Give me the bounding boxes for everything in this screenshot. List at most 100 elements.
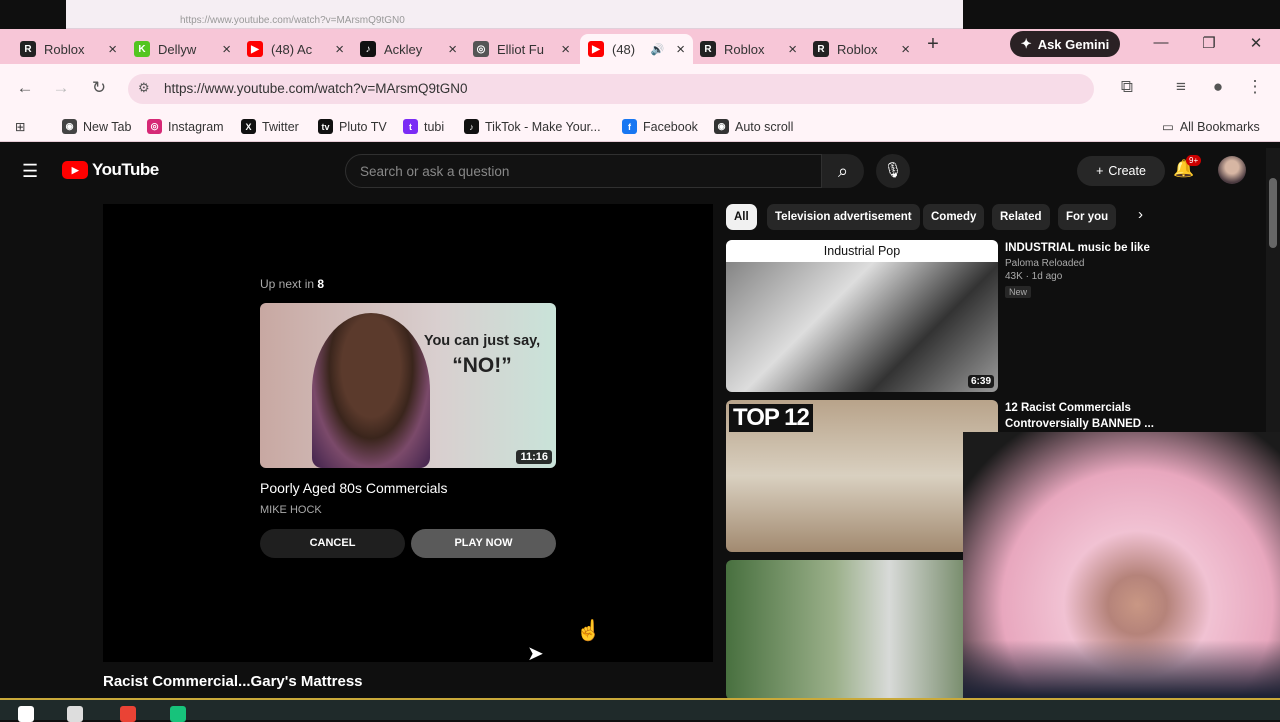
back-icon[interactable]: ← xyxy=(13,78,37,98)
tab-favicon-icon: ▶ xyxy=(247,41,263,57)
ask-gemini-button[interactable]: ✦ Ask Gemini xyxy=(1010,31,1120,57)
search-icon: ⌕ xyxy=(837,161,849,181)
reload-icon[interactable]: ↻ xyxy=(87,78,111,98)
tab-favicon-icon: R xyxy=(20,41,36,57)
tab-close-icon[interactable]: × xyxy=(676,41,685,58)
rec-thumbnail-banner: Industrial Pop xyxy=(726,240,998,262)
speaker-icon[interactable]: 🔊 xyxy=(651,43,665,56)
thumbnail-quote-line1: You can just say, xyxy=(423,333,541,349)
bookmark-icon: ◎ xyxy=(147,119,162,134)
duration-badge: 6:39 xyxy=(967,375,994,388)
minimize-icon[interactable]: — xyxy=(1151,34,1171,51)
apps-icon[interactable]: ⊞ xyxy=(15,119,25,134)
rec-thumbnail[interactable]: TOP 12 xyxy=(726,400,998,552)
bookmark-label: Pluto TV xyxy=(339,119,387,134)
chevron-right-icon[interactable]: › xyxy=(1138,206,1143,223)
bookmark-item[interactable]: X Twitter xyxy=(241,119,299,134)
bookmarks-bar: ⊞ ▭ All Bookmarks ◉ New Tab ◎ Instagram X Twit… xyxy=(0,112,1280,142)
voice-search-button[interactable]: 🎙 xyxy=(876,154,910,188)
restore-icon[interactable]: ❐ xyxy=(1199,34,1219,52)
tab-favicon-icon: R xyxy=(813,41,829,57)
bookmark-icon: f xyxy=(622,119,637,134)
bookmark-label: tubi xyxy=(424,119,445,134)
rec-thumbnail-banner: TOP 12 xyxy=(729,404,813,432)
avatar[interactable] xyxy=(1218,156,1246,184)
rec-title[interactable]: INDUSTRIAL music be like xyxy=(1005,240,1155,256)
bookmark-item[interactable]: t tubi xyxy=(403,119,444,134)
bookmark-item[interactable]: tv Pluto TV xyxy=(318,119,387,134)
tab-close-icon[interactable]: × xyxy=(901,41,910,58)
tab-close-icon[interactable]: × xyxy=(448,41,457,58)
chip-all[interactable]: All xyxy=(726,204,757,230)
bookmark-label: Facebook xyxy=(643,119,698,134)
tab-close-icon[interactable]: × xyxy=(108,41,117,58)
bookmark-item[interactable]: ◎ Instagram xyxy=(147,119,224,134)
search-input[interactable]: Search or ask a question xyxy=(345,154,822,188)
youtube-logo[interactable]: ▶ YouTube xyxy=(62,160,159,180)
close-window-icon[interactable]: ✕ xyxy=(1246,34,1266,52)
thumbnail-quote-line2: “NO!” xyxy=(452,354,512,378)
arrow-cursor-icon: ➤ xyxy=(527,643,544,665)
tab-close-icon[interactable]: × xyxy=(335,41,344,58)
new-tab-button[interactable]: + xyxy=(922,33,944,55)
browser-tab[interactable]: R Roblox × xyxy=(805,34,918,64)
tab-close-icon[interactable]: × xyxy=(222,41,231,58)
tab-close-icon[interactable]: × xyxy=(561,41,570,58)
chip-comedy[interactable]: Comedy xyxy=(923,204,985,230)
tab-title: (48) xyxy=(612,41,636,57)
play-now-button[interactable]: PLAY NOW xyxy=(411,529,556,558)
media-control-icon[interactable]: ≡ xyxy=(1169,77,1193,97)
tab-close-icon[interactable]: × xyxy=(788,41,797,58)
tab-title: (48) Ac xyxy=(271,41,313,57)
bookmark-item[interactable]: ♪ TikTok - Make Your... xyxy=(464,119,601,134)
bookmark-icon: X xyxy=(241,119,256,134)
browser-tab[interactable]: ◎ Elliot Fu × xyxy=(465,34,578,64)
rec-thumbnail[interactable] xyxy=(726,560,998,698)
bookmark-item[interactable]: ◉ Auto scroll xyxy=(714,119,793,134)
all-bookmarks[interactable]: ▭ All Bookmarks xyxy=(1162,119,1260,135)
up-next-countdown: 8 xyxy=(317,277,325,291)
browser-tab[interactable]: ▶ (48) Ac × xyxy=(239,34,352,64)
profile-icon[interactable]: ● xyxy=(1206,77,1230,97)
bookmark-item[interactable]: f Facebook xyxy=(622,119,698,134)
chip-for-you[interactable]: For you xyxy=(1058,204,1117,230)
background-window-strip: https://www.youtube.com/watch?v=MArsmQ9t… xyxy=(66,0,963,29)
rec-thumbnail[interactable]: Industrial Pop 6:39 xyxy=(726,240,998,392)
up-next-prefix: Up next in xyxy=(260,277,318,291)
bookmark-label: New Tab xyxy=(83,119,132,134)
rec-channel: Paloma Reloaded xyxy=(1005,258,1085,269)
browser-tab[interactable]: R Roblox × xyxy=(692,34,805,64)
hamburger-menu-icon[interactable]: ☰ xyxy=(22,161,38,182)
bookmark-item[interactable]: ◉ New Tab xyxy=(62,119,131,134)
scrollbar-thumb[interactable] xyxy=(1269,178,1277,248)
mic-icon: 🎙 xyxy=(883,162,903,179)
tab-title: Dellyw xyxy=(158,41,197,57)
all-bookmarks-label: All Bookmarks xyxy=(1179,119,1260,134)
bookmark-icon: t xyxy=(403,119,418,134)
browser-tab[interactable]: R Roblox × xyxy=(12,34,125,64)
bookmark-icon: ♪ xyxy=(464,119,479,134)
forward-icon[interactable]: → xyxy=(49,78,73,98)
gemini-label: Ask Gemini xyxy=(1037,36,1110,52)
os-taskbar xyxy=(0,698,1280,722)
address-bar[interactable]: ⚙ https://www.youtube.com/watch?v=MArsmQ… xyxy=(128,74,1094,104)
site-info-icon[interactable]: ⚙ xyxy=(138,80,150,96)
bookmark-icon: ◉ xyxy=(62,119,77,134)
menu-icon[interactable]: ⋮ xyxy=(1243,77,1267,97)
cancel-button[interactable]: CANCEL xyxy=(260,529,405,558)
folder-icon: ▭ xyxy=(1162,120,1174,134)
browser-tab[interactable]: ♪ Ackley × xyxy=(352,34,465,64)
duration-badge: 11:16 xyxy=(516,450,552,464)
browser-tab[interactable]: ▶ (48) 🔊 × xyxy=(580,34,693,64)
up-next-title[interactable]: Poorly Aged 80s Commercials xyxy=(260,480,448,496)
chip-related[interactable]: Related xyxy=(992,204,1050,230)
bookmark-label: Instagram xyxy=(168,119,224,134)
browser-tab[interactable]: K Dellyw × xyxy=(126,34,239,64)
search-button[interactable]: ⌕ xyxy=(822,154,864,188)
extensions-icon[interactable]: ⧉ xyxy=(1115,77,1139,97)
create-button[interactable]: + Create xyxy=(1077,156,1165,186)
tab-favicon-icon: K xyxy=(134,41,150,57)
up-next-thumbnail[interactable]: You can just say, “NO!” 11:16 xyxy=(260,303,556,468)
url-text[interactable]: https://www.youtube.com/watch?v=MArsmQ9t… xyxy=(164,81,468,96)
chip-television-advertisement[interactable]: Television advertisement xyxy=(767,204,920,230)
